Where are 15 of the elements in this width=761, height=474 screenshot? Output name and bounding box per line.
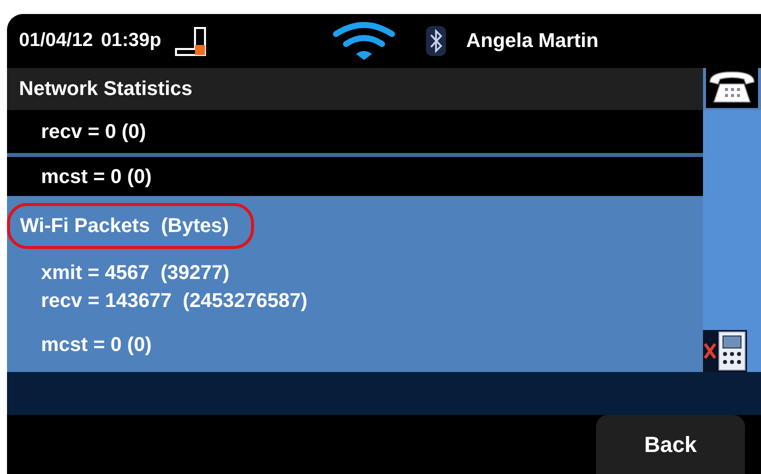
back-button[interactable]: Back (596, 415, 745, 474)
mobile-disconnected-icon[interactable] (703, 330, 747, 372)
stat-text: recv = 0 (0) (41, 120, 146, 144)
stat-text: mcst = 0 (0) (41, 164, 152, 190)
desk-phone-icon[interactable] (706, 68, 758, 108)
stat-text: recv = 143677 (2453276587) (41, 289, 308, 314)
user-name: Angela Martin (466, 29, 598, 54)
wifi-icon (332, 22, 396, 60)
screen-title: Network Statistics (19, 77, 192, 102)
stat-text: mcst = 0 (0) (41, 333, 153, 358)
time-text: 01:39p (100, 28, 162, 53)
stat-text: xmit = 4567 (39277) (41, 261, 230, 286)
section-heading: Wi-Fi Packets (Bytes) (7, 203, 254, 249)
bluetooth-icon (426, 26, 446, 56)
date-text: 01/04/12 (19, 28, 93, 53)
